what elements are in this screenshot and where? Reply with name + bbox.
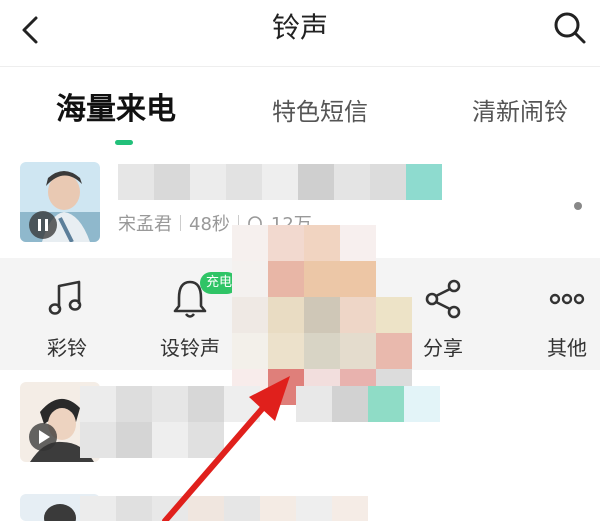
top-bar: 铃声: [0, 0, 600, 68]
tab-qingxin-naoling[interactable]: 清新闹铃: [472, 92, 568, 127]
category-tabs: 海量来电 特色短信 清新闹铃: [0, 84, 600, 144]
tab-tese-duanxin[interactable]: 特色短信: [272, 92, 368, 127]
tab-hailiang-laidian[interactable]: 海量来电: [56, 84, 176, 128]
header-divider: [0, 66, 600, 67]
music-note-icon: [48, 280, 82, 315]
more-icon: [549, 293, 585, 305]
other-label: 其他: [547, 336, 587, 360]
search-button[interactable]: [550, 8, 590, 48]
song-cover: [20, 162, 100, 242]
page-title: 铃声: [271, 11, 328, 44]
meta-separator: [180, 215, 181, 231]
active-tab-indicator: [115, 140, 133, 145]
song-title-obscured: [80, 496, 368, 521]
set-ringtone-label: 设铃声: [160, 336, 220, 360]
share-icon: [425, 279, 461, 319]
other-button[interactable]: 其他: [522, 278, 600, 361]
pause-icon[interactable]: [28, 210, 58, 240]
song-title-obscured: [118, 164, 442, 200]
play-icon[interactable]: [28, 422, 58, 452]
song-row[interactable]: [0, 494, 600, 521]
caling-label: 彩铃: [47, 336, 87, 360]
song-row[interactable]: [0, 382, 600, 477]
song-meta-obscured: [80, 422, 224, 458]
search-icon: [554, 12, 586, 44]
caling-button[interactable]: 彩铃: [22, 278, 112, 361]
song-more-indicator[interactable]: [574, 202, 582, 210]
song-title-obscured: [80, 386, 440, 422]
song-duration: 48秒: [189, 214, 230, 235]
song-artist: 宋孟君: [118, 214, 172, 235]
censor-mosaic: [232, 225, 412, 405]
